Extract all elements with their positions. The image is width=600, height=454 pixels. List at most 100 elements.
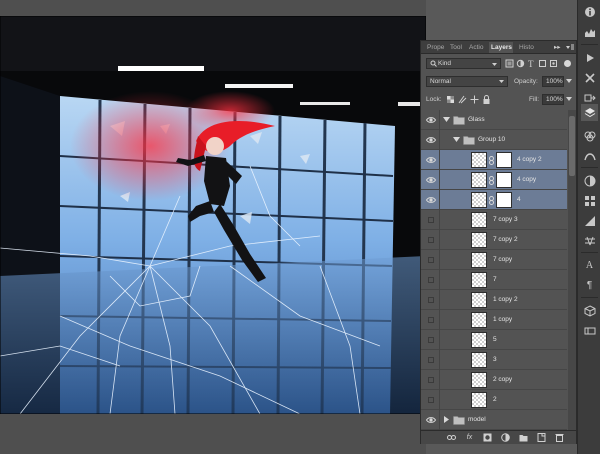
layer-row[interactable]: 5: [421, 330, 567, 350]
disclosure-open-icon[interactable]: [453, 136, 460, 145]
lock-transparent-icon[interactable]: [446, 94, 455, 105]
layer-group-row[interactable]: Group 10: [421, 130, 567, 150]
lock-all-icon[interactable]: [482, 94, 491, 105]
layer-row[interactable]: 4 copy: [421, 170, 567, 190]
folder-icon: [453, 115, 465, 127]
layer-mask-thumbnail[interactable]: [496, 192, 512, 208]
layer-thumbnail: [471, 332, 487, 348]
layer-row[interactable]: 7: [421, 270, 567, 290]
color-icon[interactable]: [581, 212, 598, 229]
lock-position-icon[interactable]: [470, 94, 479, 105]
fx-icon[interactable]: fx: [465, 433, 474, 442]
artwork-image[interactable]: [0, 16, 426, 414]
adjustment-icon[interactable]: [501, 433, 510, 442]
layers-panel: Prope Tool Actio Layers Histo ▸▸ Kind T …: [420, 40, 577, 444]
layer-row[interactable]: 3: [421, 350, 567, 370]
play-icon[interactable]: [581, 49, 598, 66]
timeline-icon[interactable]: [581, 322, 598, 339]
blend-mode-select[interactable]: Normal: [426, 76, 508, 87]
tab-actions[interactable]: Actio: [467, 42, 488, 53]
type-filter-icon[interactable]: T: [527, 58, 536, 69]
opacity-input[interactable]: 100%: [542, 76, 564, 87]
visibility-toggle[interactable]: [428, 297, 434, 303]
filter-toggle-icon[interactable]: [563, 58, 572, 69]
eye-icon[interactable]: [425, 155, 437, 165]
mask-link-icon[interactable]: [489, 196, 494, 207]
canvas-area[interactable]: [0, 0, 426, 454]
tab-layers[interactable]: Layers: [489, 42, 513, 53]
layer-row[interactable]: 7 copy 3: [421, 210, 567, 230]
panel-menu-icon[interactable]: [565, 43, 574, 51]
opacity-dropdown-icon[interactable]: [566, 78, 572, 86]
eye-icon[interactable]: [425, 175, 437, 185]
layer-row[interactable]: 4: [421, 190, 567, 210]
layer-row[interactable]: 7 copy: [421, 250, 567, 270]
swatches-icon[interactable]: [581, 192, 598, 209]
layer-row[interactable]: 7 copy 2: [421, 230, 567, 250]
new-group-icon[interactable]: [519, 433, 528, 442]
lock-image-icon[interactable]: [458, 94, 467, 105]
adjustment-filter-icon[interactable]: [516, 58, 525, 69]
disclosure-open-icon[interactable]: [443, 116, 450, 125]
visibility-toggle[interactable]: [428, 377, 434, 383]
layer-mask-thumbnail[interactable]: [496, 172, 512, 188]
divider: [439, 110, 440, 130]
visibility-toggle[interactable]: [428, 317, 434, 323]
visibility-toggle[interactable]: [428, 337, 434, 343]
paragraph-icon[interactable]: ¶: [581, 277, 598, 294]
fill-input[interactable]: 100%: [542, 94, 564, 105]
layer-name: 2 copy: [493, 376, 513, 383]
pixel-filter-icon[interactable]: [505, 58, 514, 69]
brush-preset-icon[interactable]: [581, 69, 598, 86]
scrollbar-thumb[interactable]: [569, 116, 575, 176]
divider: [439, 310, 440, 330]
layer-group-row[interactable]: Glass: [421, 110, 567, 130]
character-icon[interactable]: A: [581, 257, 598, 274]
fill-dropdown-icon[interactable]: [566, 96, 572, 104]
mask-icon[interactable]: [483, 433, 492, 442]
styles-icon[interactable]: [581, 232, 598, 249]
new-layer-icon[interactable]: [537, 433, 546, 442]
channels-icon[interactable]: [581, 127, 598, 144]
layer-filter-select[interactable]: Kind: [426, 58, 501, 69]
visibility-toggle[interactable]: [428, 357, 434, 363]
layer-row[interactable]: 1 copy: [421, 310, 567, 330]
layer-row[interactable]: 4 copy 2: [421, 150, 567, 170]
layer-row[interactable]: 2: [421, 390, 567, 410]
smart-object-filter-icon[interactable]: [549, 58, 558, 69]
paths-icon[interactable]: [581, 147, 598, 164]
panel-expand-button[interactable]: ▸▸: [552, 42, 564, 53]
disclosure-closed-icon[interactable]: [443, 416, 450, 425]
mask-link-icon[interactable]: [489, 176, 494, 187]
layer-group-row[interactable]: model: [421, 410, 567, 430]
info-icon[interactable]: [581, 3, 598, 20]
visibility-toggle[interactable]: [428, 277, 434, 283]
link-icon[interactable]: [447, 433, 456, 442]
eye-icon[interactable]: [425, 135, 437, 145]
shape-filter-icon[interactable]: [538, 58, 547, 69]
lock-buttons: [446, 94, 496, 105]
divider: [439, 270, 440, 290]
layer-row[interactable]: 1 copy 2: [421, 290, 567, 310]
layer-row[interactable]: 2 copy: [421, 370, 567, 390]
tab-properties[interactable]: Prope: [425, 42, 446, 53]
layer-list[interactable]: Glass Group 10 4 copy 2 4 copy 4 7 copy 3 7 co…: [421, 110, 567, 430]
layers-icon[interactable]: [581, 104, 598, 121]
3d-icon[interactable]: [581, 302, 598, 319]
tab-history[interactable]: Histo: [517, 42, 539, 53]
visibility-toggle[interactable]: [428, 217, 434, 223]
layer-name: 4 copy 2: [517, 156, 542, 163]
eye-icon[interactable]: [425, 195, 437, 205]
visibility-toggle[interactable]: [428, 237, 434, 243]
eye-icon[interactable]: [425, 415, 437, 425]
mask-link-icon[interactable]: [489, 156, 494, 167]
adjustments-icon[interactable]: [581, 172, 598, 189]
trash-icon[interactable]: [555, 433, 564, 442]
tab-tool-presets[interactable]: Tool: [448, 42, 466, 53]
visibility-toggle[interactable]: [428, 257, 434, 263]
layer-mask-thumbnail[interactable]: [496, 152, 512, 168]
histogram-icon[interactable]: [581, 23, 598, 40]
layers-scrollbar[interactable]: [568, 110, 576, 430]
eye-icon[interactable]: [425, 115, 437, 125]
visibility-toggle[interactable]: [428, 397, 434, 403]
